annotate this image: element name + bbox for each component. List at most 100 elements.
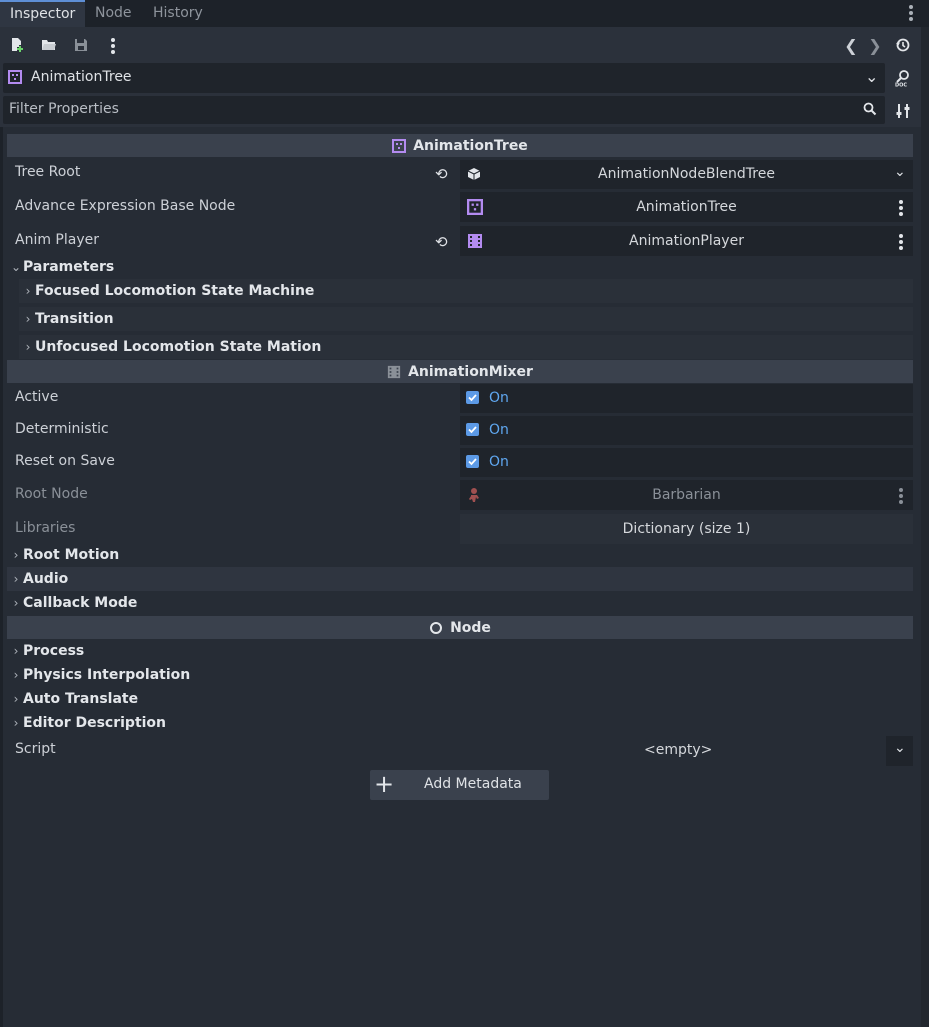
script-value[interactable]: <empty> ⌄ [460,736,913,766]
group-transition[interactable]: › Transition [19,307,913,331]
more-options-icon[interactable] [899,488,903,506]
group-auto-translate[interactable]: › Auto Translate [7,687,913,711]
active-toggle[interactable]: On [460,384,913,413]
property-active: Active On [7,384,913,414]
chevron-right-icon: › [25,340,31,354]
inspector-toolbar: ❮ ❯ [0,27,921,63]
tab-history[interactable]: History [153,0,203,27]
group-focused-locomotion[interactable]: › Focused Locomotion State Machine [19,279,913,303]
property-label: Anim Player [15,232,99,248]
chevron-right-icon: › [13,572,19,586]
revert-icon[interactable]: ⟲ [435,165,448,183]
group-parameters[interactable]: ⌄ Parameters [7,256,913,278]
svg-text:DOC: DOC [895,83,907,88]
filter-properties-input[interactable]: Filter Properties [3,96,885,124]
search-icon [863,102,877,120]
root-node-text: Barbarian [652,487,721,503]
history-forward-icon[interactable]: ❯ [865,35,885,55]
property-settings-icon[interactable] [893,101,913,121]
tree-root-value[interactable]: AnimationNodeBlendTree ⌄ [460,160,913,189]
property-advance-expression-base-node: Advance Expression Base Node AnimationTr… [7,192,913,224]
property-label: Script [15,741,56,757]
chevron-down-icon[interactable]: ⌄ [894,740,906,756]
new-resource-icon[interactable] [7,35,27,55]
property-anim-player: Anim Player ⟲ AnimationPlayer [7,226,913,258]
chevron-right-icon: › [13,692,19,706]
node-selector-bar: AnimationTree ⌄ DOC [0,63,921,94]
deterministic-toggle[interactable]: On [460,416,913,445]
anim-player-text: AnimationPlayer [629,233,744,249]
anim-player-value[interactable]: AnimationPlayer [460,226,913,256]
chevron-right-icon: › [13,548,19,562]
inspector-scrollbar[interactable] [921,27,929,1027]
property-tree-root: Tree Root ⟲ AnimationNodeBlendTree ⌄ [7,158,913,190]
open-folder-icon[interactable] [39,35,59,55]
property-label: Libraries [15,520,76,536]
more-options-icon[interactable] [899,234,903,252]
history-back-icon[interactable]: ❮ [841,35,861,55]
chevron-right-icon: › [13,668,19,682]
animation-tree-icon [8,70,22,88]
checkbox-checked-icon[interactable] [466,455,479,468]
chevron-down-icon: ⌄ [10,260,22,274]
tab-node[interactable]: Node [95,0,132,27]
group-physics-interpolation[interactable]: › Physics Interpolation [7,663,913,687]
chevron-down-icon: ⌄ [865,67,879,86]
checkbox-checked-icon[interactable] [466,391,479,404]
section-animation-mixer[interactable]: AnimationMixer [7,360,913,383]
dock-menu-icon[interactable] [909,5,913,21]
advance-expression-value[interactable]: AnimationTree [460,192,913,222]
root-node-value[interactable]: Barbarian [460,480,913,510]
filter-placeholder: Filter Properties [9,101,119,117]
add-metadata-label: Add Metadata [424,776,522,792]
group-callback-mode[interactable]: › Callback Mode [7,591,913,615]
chevron-right-icon: › [25,312,31,326]
filter-bar: Filter Properties [0,94,921,127]
chevron-right-icon: › [25,284,31,298]
toolbar-more-icon[interactable] [111,38,115,54]
animation-mixer-icon [387,365,401,379]
property-label: Root Node [15,486,88,502]
group-root-motion[interactable]: › Root Motion [7,543,913,567]
save-icon[interactable] [71,35,91,55]
property-libraries: Libraries Dictionary (size 1) [7,514,913,544]
open-documentation-icon[interactable]: DOC [893,68,913,88]
recent-history-icon[interactable] [893,35,913,55]
section-title: AnimationTree [413,137,528,154]
chevron-down-icon[interactable]: ⌄ [894,164,906,180]
reset-on-save-toggle[interactable]: On [460,448,913,477]
property-deterministic: Deterministic On [7,416,913,446]
group-unfocused-locomotion[interactable]: › Unfocused Locomotion State Mation [19,335,913,359]
property-label: Active [15,389,59,405]
active-value: On [489,390,509,406]
section-title: Node [450,619,491,636]
deterministic-value: On [489,422,509,438]
advance-expression-text: AnimationTree [636,199,737,215]
node-selector-dropdown[interactable]: AnimationTree ⌄ [3,63,885,93]
chevron-right-icon: › [13,644,19,658]
libraries-value[interactable]: Dictionary (size 1) [460,514,913,544]
animation-tree-icon [392,138,407,153]
tree-root-text: AnimationNodeBlendTree [598,166,775,182]
checkbox-checked-icon[interactable] [466,423,479,436]
property-script: Script <empty> ⌄ [7,736,913,766]
tab-inspector[interactable]: Inspector [0,0,86,27]
more-options-icon[interactable] [899,200,903,218]
add-metadata-button[interactable]: + Add Metadata [370,770,549,800]
plus-icon: + [374,770,395,798]
reset-on-save-value: On [489,454,509,470]
chevron-right-icon: › [13,596,19,610]
section-animation-tree[interactable]: AnimationTree [7,134,913,157]
group-editor-description[interactable]: › Editor Description [7,711,913,735]
property-reset-on-save: Reset on Save On [7,448,913,478]
revert-icon[interactable]: ⟲ [435,233,448,251]
node-circle-icon [429,621,443,635]
group-process[interactable]: › Process [7,639,913,663]
libraries-text: Dictionary (size 1) [622,521,751,537]
node-selector-label: AnimationTree [31,69,132,85]
group-audio[interactable]: › Audio [7,567,913,591]
property-root-node: Root Node Barbarian [7,480,913,512]
property-label: Tree Root [15,164,81,180]
script-text: <empty> [644,742,713,758]
section-node[interactable]: Node [7,616,913,639]
